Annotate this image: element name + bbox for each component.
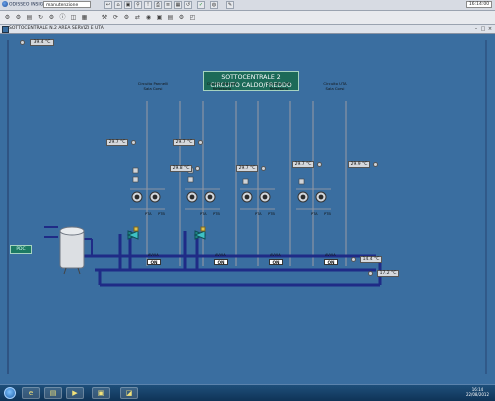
pumps (131, 191, 327, 203)
circuit-2-avvia-label: AVVIA (215, 253, 226, 257)
circuit-1-label: Circuito Pannelli Sala Corsi (133, 81, 173, 91)
circuit-2-pump-b-label: PTB (213, 212, 220, 216)
tools-icon[interactable]: ✎ (226, 1, 234, 9)
circuit-1-pump-a-label: PTA (145, 212, 152, 216)
lock-icon[interactable]: ◍ (210, 1, 218, 9)
window-title: SOTTOCENTRALE N.2 AREA SERVIZI E UTA (9, 26, 104, 31)
nav-alarm-icon[interactable]: ◉ (144, 13, 153, 22)
nav-map-icon[interactable]: ◰ (188, 13, 197, 22)
taskbar-app2-icon[interactable]: ◪ (120, 387, 138, 399)
pdc-box[interactable]: PDC (10, 245, 32, 254)
circuit-3-temp[interactable]: 29.7 °C (236, 165, 258, 172)
circuit-4-avvia-label: AVVIA (325, 253, 336, 257)
circuit-1-status-button[interactable]: ON (147, 259, 161, 265)
taskbar: e ▤ ▶ ▣ ◪ 16:14 22/08/2012 (0, 384, 495, 401)
nav-graph-icon[interactable]: ◫ (69, 13, 78, 22)
window-icon[interactable]: ▣ (124, 1, 132, 9)
circuit-2-pump-a-label: PTA (200, 212, 207, 216)
nav-settings-2-icon[interactable]: ⚙ (122, 13, 131, 22)
return-sensor-icon (368, 271, 373, 276)
print-icon[interactable]: ⎙ (154, 1, 162, 9)
nav-info-icon[interactable]: ⓘ (58, 13, 67, 22)
nav-gear-icon[interactable]: ⚙ (3, 13, 12, 22)
circuit-1-pump-b-label: PTB (158, 212, 165, 216)
reset-icon[interactable]: ↺ (184, 1, 192, 9)
system-clock: 16:14 22/08/2012 (466, 387, 489, 397)
circuit-3-label: Circuito UTA Refettorio (262, 81, 296, 91)
back-icon[interactable]: ↩ (104, 1, 112, 9)
circuit-4-label: Circuito UTA Sala Corsi (318, 81, 352, 91)
nav-report-icon[interactable]: ▤ (166, 13, 175, 22)
extra-temp[interactable]: 29.9 °C (348, 161, 370, 168)
nav-settings-icon[interactable]: ⚙ (47, 13, 56, 22)
synoptic-canvas: SOTTOCENTRALE 2 CIRCUITO CALDO/FREDDO 39… (0, 34, 495, 384)
circuit-2-label: Circuito Pannelli Refettorio (200, 81, 244, 91)
circuit-2-status-button[interactable]: ON (214, 259, 228, 265)
nav-gear-2-icon[interactable]: ⚙ (14, 13, 23, 22)
nav-chart-icon[interactable]: ▤ (25, 13, 34, 22)
nav-icon-bar: ⚙ ⚙ ▤ ↻ ⚙ ⓘ ◫ ▦ ⚒ ⟳ ⚙ ⇄ ◉ ▣ ▤ ⚙ ◰ (0, 11, 495, 25)
circuit-4-pump-a-label: PTA (311, 212, 318, 216)
pin-icon[interactable]: ⚲ (134, 1, 142, 9)
circuit-3-label-line2: Refettorio (269, 86, 289, 91)
list-icon[interactable]: ≡ (164, 1, 172, 9)
alarm-icon[interactable]: ! (144, 1, 152, 9)
circuit-4-label-line2: Sala Corsi (325, 86, 345, 91)
taskbar-ie-icon[interactable]: e (22, 387, 40, 399)
circuit-4-temp[interactable]: 29.7 °C (292, 161, 314, 168)
user-field[interactable]: manutenzione (43, 1, 91, 8)
close-icon[interactable]: × (487, 26, 493, 32)
circuit-2-label-line2: Refettorio (212, 86, 232, 91)
valves (132, 167, 305, 185)
circuit-3-status-button[interactable]: ON (269, 259, 283, 265)
outdoor-sensor-icon (20, 40, 25, 45)
storage-tank (59, 226, 85, 275)
maximize-icon[interactable]: □ (480, 26, 486, 32)
taskbar-app-icon[interactable]: ▣ (92, 387, 110, 399)
window-titlebar: SOTTOCENTRALE N.2 AREA SERVIZI E UTA – □… (0, 25, 495, 34)
circuit-2-sensor-icon (198, 140, 203, 145)
circuit-3-pump-a-label: PTA (255, 212, 262, 216)
circuit-3-sensor-icon (261, 166, 266, 171)
window-app-icon (2, 26, 9, 33)
supply-temp[interactable]: 14.4 °C (360, 256, 382, 263)
nav-cycle-icon[interactable]: ⟳ (111, 13, 120, 22)
home-icon[interactable]: ⌂ (114, 1, 122, 9)
taskbar-explorer-icon[interactable]: ▤ (44, 387, 62, 399)
nav-flow-icon[interactable]: ⇄ (133, 13, 142, 22)
return-temp[interactable]: 17.2 °C (377, 270, 399, 277)
circuit-4-sensor-icon (317, 162, 322, 167)
circuit-1-avvia-label: AVVIA (148, 253, 159, 257)
circuit-2-temp-lower[interactable]: 29.8 °C (170, 165, 192, 172)
circuit-2-lower-sensor-icon (195, 166, 200, 171)
top-toolbar: ODISSEO INSIGHT manutenzione ↩ ⌂ ▣ ⚲ ! ⎙… (0, 0, 495, 11)
circuit-2-temp-upper[interactable]: 29.7 °C (173, 139, 195, 146)
clock: 16:14:00 (466, 1, 492, 8)
ok-icon[interactable]: ✓ (197, 1, 205, 9)
circuit-1-sensor-icon (131, 140, 136, 145)
start-button-icon[interactable] (4, 387, 16, 399)
system-date: 22/08/2012 (465, 392, 489, 397)
outdoor-temp[interactable]: 39.4 °C (30, 39, 54, 46)
nav-doc-icon[interactable]: ▣ (155, 13, 164, 22)
brand-logo-icon (2, 1, 8, 7)
circuit-3-avvia-label: AVVIA (270, 253, 281, 257)
grid-icon[interactable]: ▦ (174, 1, 182, 9)
nav-config-icon[interactable]: ⚙ (177, 13, 186, 22)
mixing-valves (126, 226, 207, 240)
nav-tool-icon[interactable]: ⚒ (100, 13, 109, 22)
taskbar-player-icon[interactable]: ▶ (66, 387, 84, 399)
minimize-icon[interactable]: – (473, 26, 479, 32)
circuit-1-label-line2: Sala Corsi (143, 86, 163, 91)
extra-sensor-icon (373, 162, 378, 167)
supply-sensor-icon (351, 257, 356, 262)
nav-table-icon[interactable]: ▦ (80, 13, 89, 22)
circuit-1-temp-upper[interactable]: 29.7 °C (106, 139, 128, 146)
nav-refresh-icon[interactable]: ↻ (36, 13, 45, 22)
circuit-4-status-button[interactable]: ON (324, 259, 338, 265)
circuit-3-pump-b-label: PTB (268, 212, 275, 216)
circuit-4-pump-b-label: PTB (324, 212, 331, 216)
